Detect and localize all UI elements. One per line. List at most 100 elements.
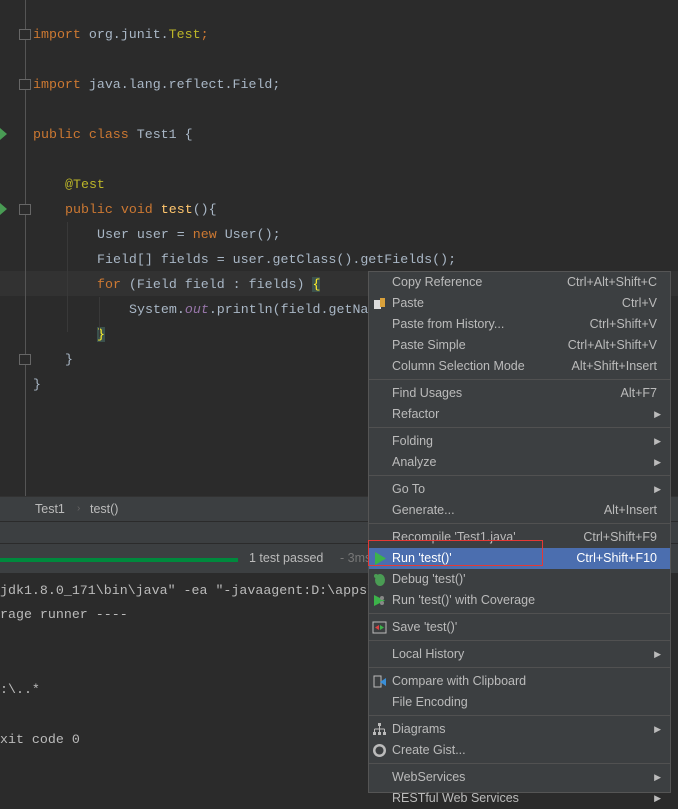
menu-item-label: Paste Simple [392,338,466,352]
menu-item-label: Compare with Clipboard [392,674,527,688]
menu-item-restful-web-services[interactable]: RESTful Web Services ▶ [369,788,670,809]
menu-item-shortcut: Ctrl+Shift+F10 [576,551,657,565]
submenu-arrow-icon: ▶ [654,793,661,803]
menu-item-label: Create Gist... [392,743,466,757]
menu-item-save-test[interactable]: Save 'test()' [369,617,670,638]
code-line: User user = new User(); [97,222,281,247]
code-text: } [65,352,73,367]
menu-item-label: Go To [392,482,426,496]
submenu-arrow-icon: ▶ [654,436,661,446]
paste-icon [372,296,387,311]
diagram-icon [372,722,387,737]
code-line: } [65,347,73,372]
menu-item-diagrams[interactable]: Diagrams ▶ [369,719,670,740]
menu-item-shortcut: Alt+Insert [603,503,657,517]
menu-item-shortcut: Ctrl+Alt+Shift+C [567,275,657,289]
code-text: (){ [192,202,217,217]
run-gutter-icon[interactable] [0,203,7,215]
menu-item-generate[interactable]: Generate... Alt+Insert [369,500,670,521]
menu-item-copy-reference[interactable]: Copy Reference Ctrl+Alt+Shift+C [369,272,670,293]
code-line: import java.lang.reflect.Field; [33,72,280,97]
breadcrumb-class[interactable]: Test1 [35,497,65,521]
keyword: public class [33,127,129,142]
submenu-arrow-icon: ▶ [654,724,661,734]
code-line: import org.junit.Test; [33,22,209,47]
menu-item-shortcut: Alt+F7 [620,386,657,400]
menu-item-label: Copy Reference [392,275,483,289]
test-passed-label: 1 test passed [249,551,324,565]
code-line: for (Field field : fields) { [97,272,321,297]
submenu-arrow-icon: ▶ [654,457,661,467]
method-name: test [152,202,193,217]
menu-item-label: Paste [392,296,424,310]
menu-item-label: Generate... [392,503,455,517]
menu-item-label: Find Usages [392,386,463,400]
context-menu: Copy Reference Ctrl+Alt+Shift+C Paste Ctrl+… [368,271,671,805]
menu-item-label: Local History [392,647,465,661]
code-text: Field[] fields = user.getClass().getFiel… [97,252,457,267]
menu-item-label: Folding [392,434,433,448]
run-gutter-icon[interactable] [0,128,7,140]
keyword: new [192,227,217,242]
submenu-arrow-icon: ▶ [654,409,661,419]
menu-item-label: Column Selection Mode [392,359,525,373]
static-field: out [184,302,209,317]
menu-item-shortcut: Ctrl+Shift+F9 [583,530,657,544]
code-line: Field[] fields = user.getClass().getFiel… [97,247,456,272]
class-ref: Test [168,27,201,42]
console-line: :\..* [0,682,40,697]
menu-item-paste-simple[interactable]: Paste Simple Ctrl+Alt+Shift+V [369,335,670,356]
code-line: @Test [65,172,105,197]
code-line: } [33,372,41,397]
menu-item-debug-test[interactable]: Debug 'test()' [369,569,670,590]
menu-item-create-gist[interactable]: Create Gist... [369,740,670,761]
breadcrumb-method[interactable]: test() [90,497,118,521]
menu-item-file-encoding[interactable]: File Encoding [369,692,670,713]
menu-item-label: Diagrams [392,722,446,736]
menu-item-webservices[interactable]: WebServices ▶ [369,767,670,788]
keyword: import [33,27,81,42]
menu-item-paste-from-history[interactable]: Paste from History... Ctrl+Shift+V [369,314,670,335]
code-text: org.junit. [80,27,169,42]
gutter-divider [25,0,26,496]
menu-item-shortcut: Alt+Shift+Insert [571,359,657,373]
menu-item-label: Paste from History... [392,317,505,331]
menu-item-refactor[interactable]: Refactor ▶ [369,404,670,425]
console-line: xit code 0 [0,732,80,747]
menu-item-label: Analyze [392,455,437,469]
debug-icon [372,572,387,587]
menu-item-local-history[interactable]: Local History ▶ [369,644,670,665]
github-icon [372,743,387,758]
menu-item-compare-with-clipboard[interactable]: Compare with Clipboard [369,671,670,692]
test-progress-bar [0,558,238,562]
code-text: (Field field : fields) [120,277,313,292]
menu-item-column-selection-mode[interactable]: Column Selection Mode Alt+Shift+Insert [369,356,670,377]
menu-item-folding[interactable]: Folding ▶ [369,431,670,452]
matched-brace: { [312,277,321,292]
save-config-icon [372,620,387,635]
coverage-icon [372,593,387,608]
code-text: User user = [97,227,193,242]
submenu-arrow-icon: ▶ [654,649,661,659]
keyword: public void [65,202,153,217]
menu-item-run-test-with-coverage[interactable]: Run 'test()' with Coverage [369,590,670,611]
code-text: Test1 { [128,127,193,142]
annotation: @Test [65,177,105,192]
menu-item-paste[interactable]: Paste Ctrl+V [369,293,670,314]
fold-icon[interactable] [19,204,31,215]
menu-item-label: Save 'test()' [392,620,458,634]
annotation-highlight-box [368,540,543,566]
menu-item-analyze[interactable]: Analyze ▶ [369,452,670,473]
indent-guide [67,222,68,332]
code-line: public void test(){ [65,197,217,222]
console-line: rage runner ---- [0,607,128,622]
submenu-arrow-icon: ▶ [654,484,661,494]
menu-item-label: Refactor [392,407,440,421]
menu-item-go-to[interactable]: Go To ▶ [369,479,670,500]
submenu-arrow-icon: ▶ [654,772,661,782]
fold-icon[interactable] [19,354,31,365]
menu-item-label: Run 'test()' with Coverage [392,593,536,607]
menu-item-find-usages[interactable]: Find Usages Alt+F7 [369,383,670,404]
fold-icon[interactable] [19,79,31,90]
fold-icon[interactable] [19,29,31,40]
